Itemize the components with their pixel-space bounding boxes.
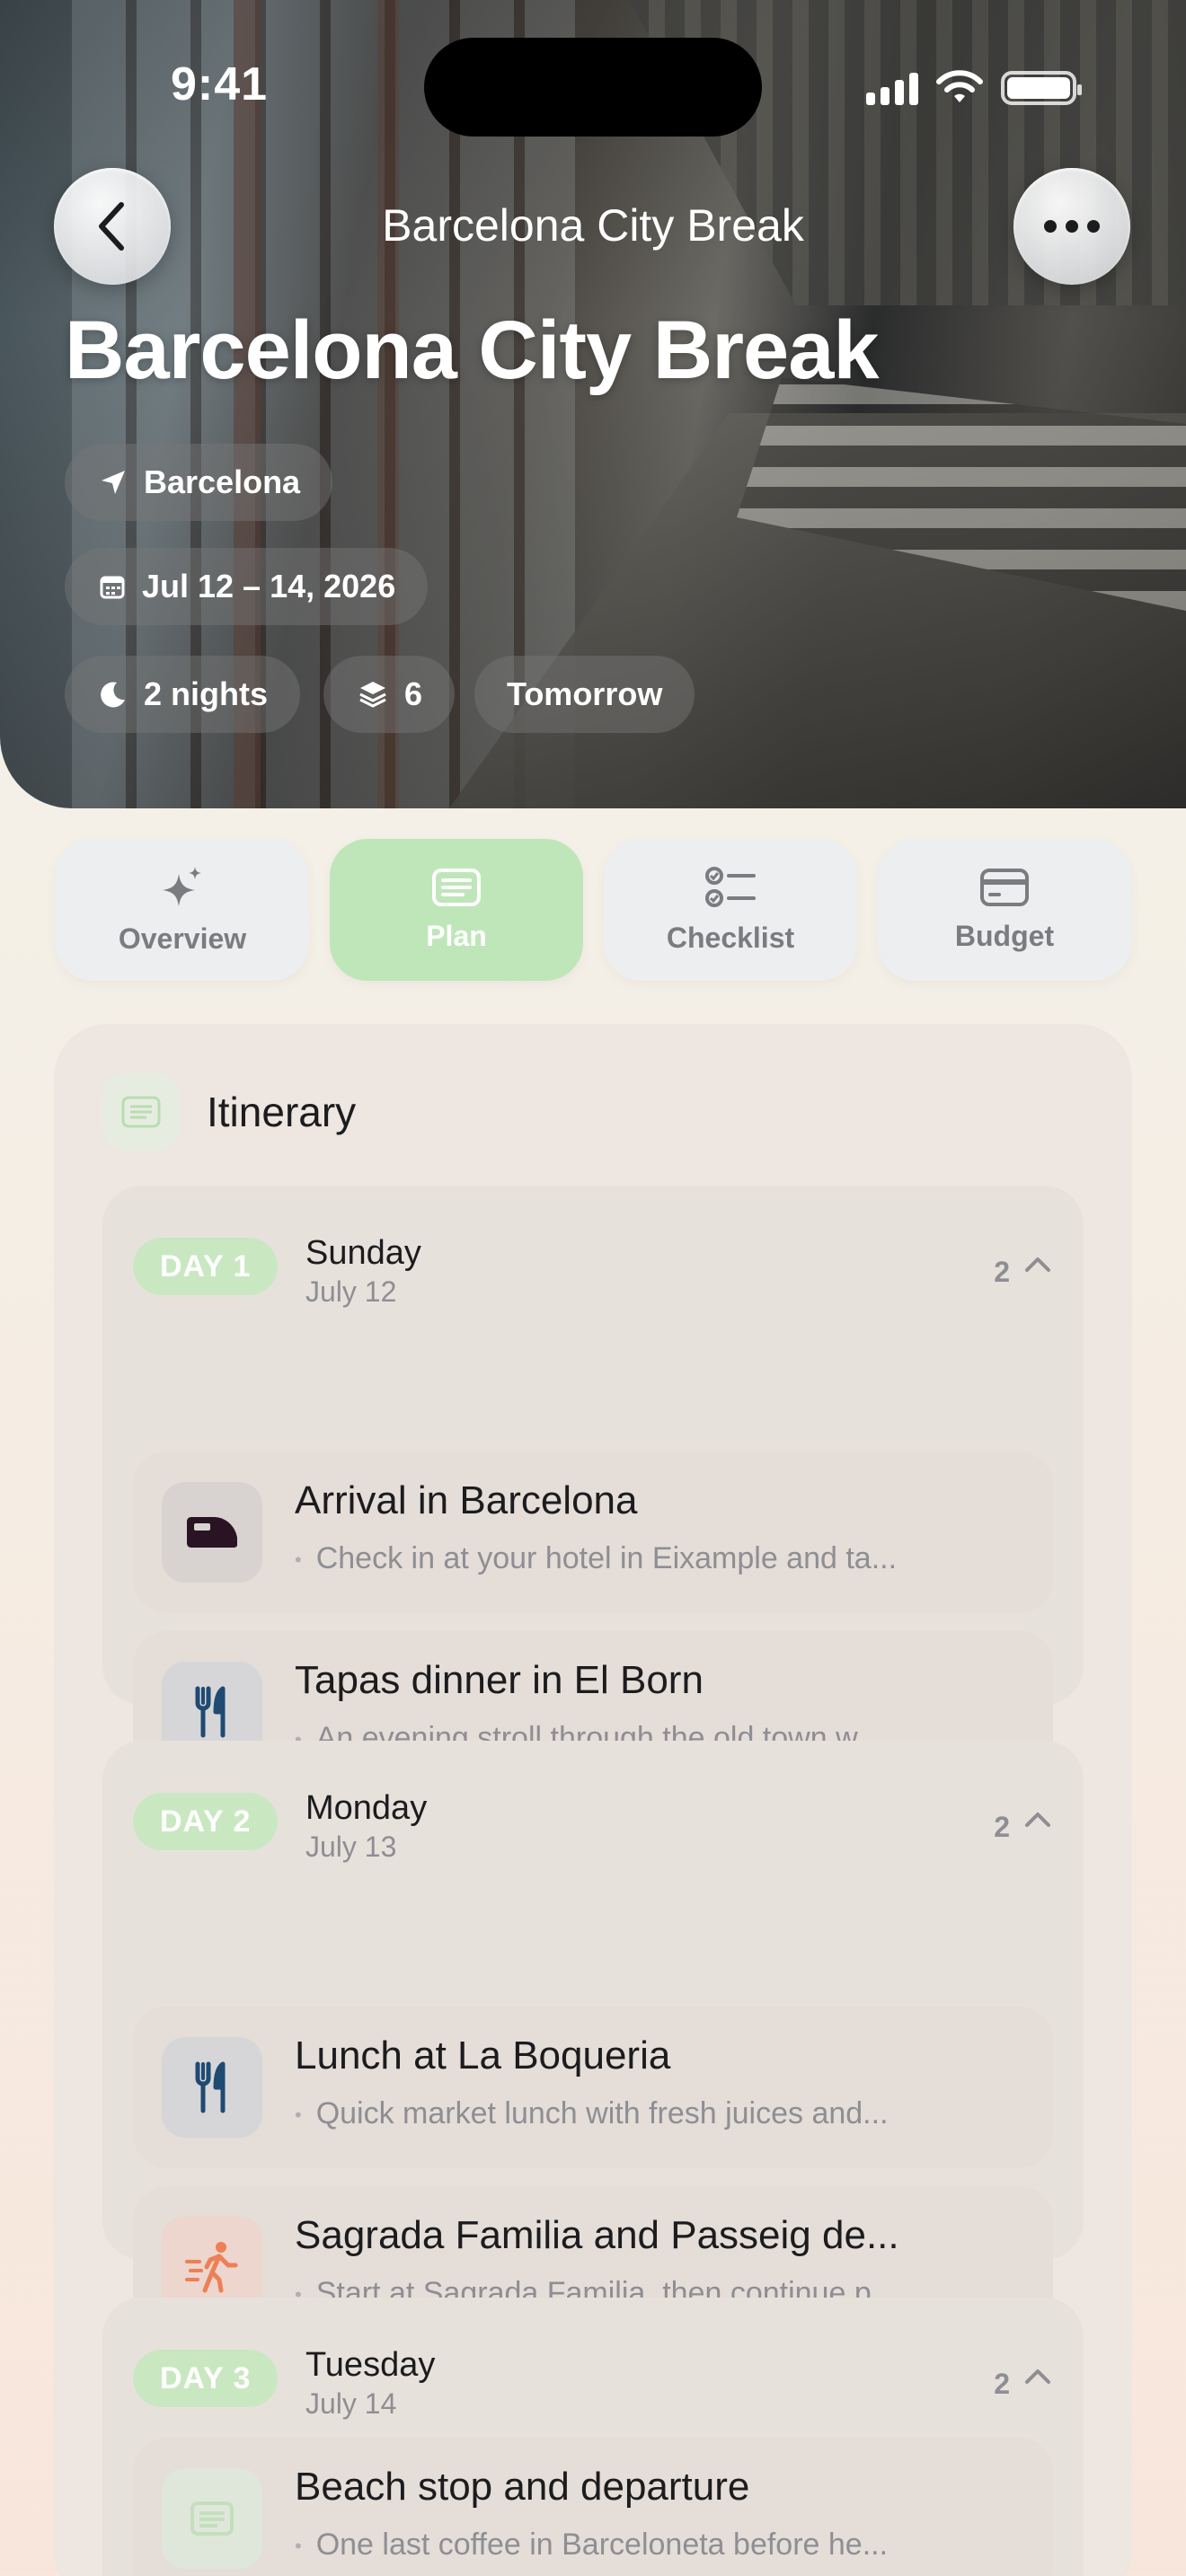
itinerary-title: Itinerary — [207, 1089, 357, 1135]
activity-title: Sagrada Familia and Passeig de... — [295, 2213, 899, 2257]
train-icon — [162, 1482, 262, 1583]
note-icon — [162, 2468, 262, 2569]
day-badge: DAY 2 — [133, 1793, 279, 1850]
countdown-label: Tomorrow — [507, 675, 663, 712]
status-bar: 9:41 — [0, 0, 1186, 171]
calendar-icon — [100, 576, 125, 599]
location-chip[interactable]: Barcelona — [65, 444, 333, 521]
day-weekday: Monday — [305, 1789, 428, 1827]
day-section: DAY 1 Sunday July 12 2 Arrival in Barcel… — [102, 1186, 1084, 1793]
activity-title: Tapas dinner in El Born — [295, 1658, 704, 1702]
ellipsis-icon — [1044, 220, 1100, 233]
trip-title: Barcelona City Break — [65, 304, 880, 396]
cellular-signal-icon — [866, 71, 918, 105]
day-weekday: Sunday — [305, 1234, 421, 1272]
day-date: July 12 — [305, 1275, 397, 1308]
tab-plan[interactable]: Plan — [330, 839, 583, 981]
list-card-icon — [432, 868, 481, 906]
list-card-icon — [102, 1073, 180, 1151]
nights-chip: 2 nights — [65, 656, 301, 733]
dynamic-island — [424, 38, 762, 137]
day-badge: DAY 3 — [133, 2350, 279, 2407]
back-button[interactable] — [54, 168, 171, 285]
tab-label: Overview — [118, 922, 247, 955]
day-date: July 13 — [305, 1831, 397, 1863]
day-header[interactable]: DAY 1 Sunday July 12 2 — [133, 1218, 1053, 1308]
activity-count: 2 — [994, 1256, 1010, 1288]
activity-item[interactable]: Arrival in Barcelona • Check in at your h… — [133, 1451, 1053, 1613]
tab-checklist[interactable]: Checklist — [604, 839, 857, 981]
fork-knife-icon — [162, 2037, 262, 2138]
layers-icon — [359, 682, 386, 708]
activity-title: Lunch at La Boqueria — [295, 2033, 671, 2078]
stops-count: 6 — [404, 675, 423, 712]
chevron-left-icon — [99, 202, 124, 251]
location-arrow-icon — [102, 471, 125, 494]
checklist-icon — [705, 866, 756, 907]
nav-title: Barcelona City Break — [382, 200, 804, 251]
chevron-up-icon[interactable] — [1022, 1252, 1053, 1277]
tab-budget[interactable]: Budget — [878, 839, 1131, 981]
tab-label: Checklist — [666, 921, 795, 954]
day-date: July 14 — [305, 2387, 397, 2420]
day-weekday: Tuesday — [305, 2346, 436, 2384]
day-header[interactable]: DAY 3 Tuesday July 14 2 — [133, 2330, 1053, 2420]
battery-icon — [1001, 71, 1082, 105]
credit-card-icon — [980, 868, 1029, 906]
activity-count: 2 — [994, 1811, 1010, 1843]
tab-overview[interactable]: Overview — [56, 839, 309, 981]
status-time: 9:41 — [171, 58, 269, 110]
day-header[interactable]: DAY 2 Monday July 13 2 — [133, 1773, 1053, 1863]
activity-item[interactable]: Lunch at La Boqueria • Quick market lunch… — [133, 2007, 1053, 2168]
chevron-up-icon[interactable] — [1022, 1807, 1053, 1832]
activity-title: Arrival in Barcelona — [295, 1478, 638, 1522]
location-label: Barcelona — [144, 463, 301, 500]
nights-label: 2 nights — [144, 675, 269, 712]
activity-count: 2 — [994, 2368, 1010, 2400]
day-section: DAY 3 Tuesday July 14 2 Beach stop and d… — [102, 2298, 1084, 2576]
chevron-up-icon[interactable] — [1022, 2364, 1053, 2389]
segmented-tabs: Overview Plan Checklist Budget — [56, 839, 1131, 981]
more-options-button[interactable] — [1013, 168, 1130, 285]
activity-description: • Quick market lunch with fresh juices an… — [295, 2096, 889, 2130]
day-badge: DAY 1 — [133, 1238, 279, 1295]
moon-icon — [101, 682, 125, 708]
dates-label: Jul 12 – 14, 2026 — [142, 568, 396, 604]
tab-label: Budget — [954, 919, 1055, 952]
dates-chip[interactable]: Jul 12 – 14, 2026 — [65, 548, 429, 625]
activity-description: • Check in at your hotel in Eixample and … — [295, 1541, 898, 1575]
countdown-chip: Tomorrow — [474, 656, 695, 733]
sparkles-icon — [163, 866, 201, 906]
day-section: DAY 2 Monday July 13 2 Lunch at La Boque… — [102, 1741, 1084, 2348]
stops-chip: 6 — [323, 656, 456, 733]
activity-item[interactable]: Beach stop and departure • One last coffe… — [133, 2438, 1053, 2576]
activity-title: Beach stop and departure — [295, 2465, 750, 2509]
itinerary-card: Itinerary DAY 1 Sunday July 12 2 Arrival… — [54, 1024, 1132, 2576]
wifi-icon — [936, 70, 983, 102]
tab-label: Plan — [426, 919, 487, 952]
activity-description: • One last coffee in Barceloneta before h… — [295, 2527, 889, 2562]
